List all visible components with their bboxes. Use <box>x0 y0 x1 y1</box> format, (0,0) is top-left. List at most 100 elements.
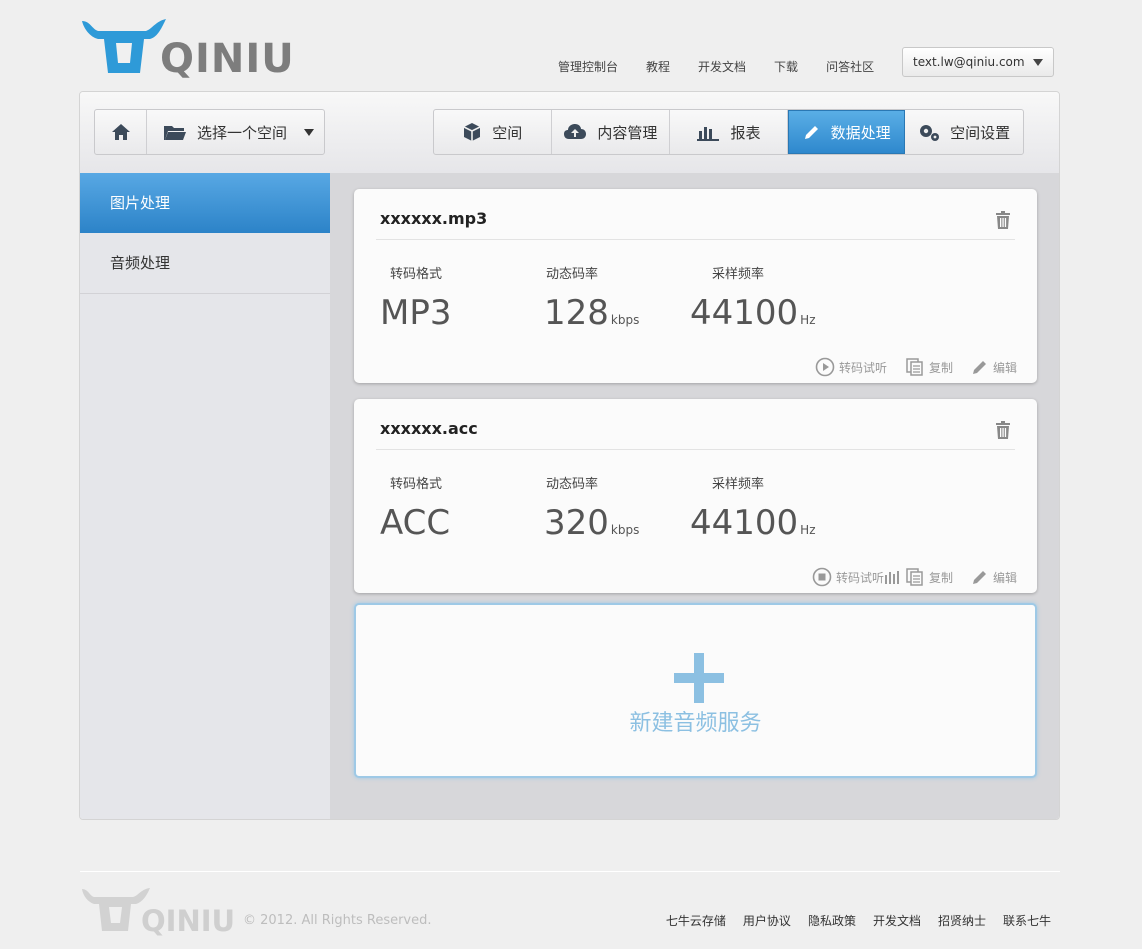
footer-wordmark: QINIU <box>141 904 236 938</box>
caret-down-icon <box>304 129 314 136</box>
footer-link-qiniu-storage[interactable]: 七牛云存储 <box>666 912 726 929</box>
tab-label: 内容管理 <box>597 123 658 142</box>
footer-link-user-agreement[interactable]: 用户协议 <box>743 912 791 929</box>
content-area: xxxxxx.mp3 转码格式 动态码率 采样频率 MP3 128 kbps 44… <box>330 173 1059 819</box>
footer-link-contact[interactable]: 联系七牛 <box>1003 912 1051 929</box>
footer-link-docs[interactable]: 开发文档 <box>873 912 921 929</box>
preview-label: 转码试听 <box>838 360 887 375</box>
copy-button[interactable]: 复制 <box>905 567 953 587</box>
copy-label: 复制 <box>928 570 953 585</box>
samplerate-value: 44100 Hz <box>690 503 816 543</box>
plus-icon <box>674 653 724 703</box>
samplerate-number: 44100 <box>690 503 799 543</box>
space-nav-group: 选择一个空间 <box>94 109 325 155</box>
topnav-community[interactable]: 问答社区 <box>826 58 874 75</box>
topnav-docs[interactable]: 开发文档 <box>698 58 746 75</box>
main-tabs: 空间 内容管理 报表 数据处理 空间设置 <box>433 109 1024 155</box>
bitrate-label: 动态码率 <box>546 477 599 492</box>
samplerate-label: 采样频率 <box>712 267 765 282</box>
tab-label: 空间 <box>492 123 523 142</box>
samplerate-number: 44100 <box>690 293 799 333</box>
folder-icon <box>164 126 186 140</box>
copy-label: 复制 <box>928 360 953 375</box>
bitrate-number: 320 <box>544 503 609 543</box>
stop-circle-icon <box>812 567 832 587</box>
toolbar: 选择一个空间 空间 内容管理 报表 数据处理 空间设置 <box>80 92 1059 174</box>
tab-space[interactable]: 空间 <box>434 110 552 154</box>
divider <box>376 449 1015 450</box>
sidebar-item-audio-processing[interactable]: 音频处理 <box>80 233 330 294</box>
edit-button[interactable]: 编辑 <box>971 568 1017 586</box>
footer-divider <box>80 871 1060 872</box>
format-value: MP3 <box>380 293 452 333</box>
card-actions: 转码试听 复制 编辑 <box>794 567 1017 587</box>
user-email: text.lw@qiniu.com <box>913 55 1025 69</box>
main-panel: 选择一个空间 空间 内容管理 报表 数据处理 空间设置 图片处理 音频处理 xx… <box>79 91 1060 820</box>
cloud-upload-icon <box>564 124 587 139</box>
copyright: © 2012. All Rights Reserved. <box>243 913 432 928</box>
edit-button[interactable]: 编辑 <box>971 358 1017 376</box>
bitrate-unit: kbps <box>610 523 640 537</box>
footer-link-privacy[interactable]: 隐私政策 <box>808 912 856 929</box>
pencil-icon <box>804 126 818 139</box>
format-value: ACC <box>380 503 451 543</box>
tab-reports[interactable]: 报表 <box>670 110 788 154</box>
format-label: 转码格式 <box>390 267 443 282</box>
bitrate-unit: kbps <box>610 313 640 327</box>
pencil-icon <box>972 361 986 374</box>
trash-icon <box>996 421 1010 439</box>
new-audio-service-button[interactable]: 新建音频服务 <box>354 603 1037 778</box>
new-service-label: 新建音频服务 <box>629 711 762 736</box>
audio-level-icon <box>884 571 899 584</box>
stop-preview-button[interactable]: 转码试听 <box>812 567 901 587</box>
divider <box>376 239 1015 240</box>
space-select-dropdown[interactable]: 选择一个空间 <box>147 110 324 154</box>
card-title: xxxxxx.acc <box>380 419 478 438</box>
copy-button[interactable]: 复制 <box>905 357 953 377</box>
footer-link-careers[interactable]: 招贤纳士 <box>938 912 986 929</box>
bitrate-number: 128 <box>544 293 609 333</box>
gears-icon <box>920 125 940 141</box>
samplerate-label: 采样频率 <box>712 477 765 492</box>
tab-data-processing[interactable]: 数据处理 <box>787 110 906 154</box>
card-actions: 转码试听 复制 编辑 <box>797 357 1017 377</box>
sidebar: 图片处理 音频处理 <box>80 173 331 819</box>
box-icon <box>463 123 481 141</box>
bar-chart-icon <box>697 127 720 141</box>
top-nav: 管理控制台 教程 开发文档 下载 问答社区 <box>558 58 902 75</box>
bitrate-value: 128 kbps <box>544 293 639 333</box>
card-title: xxxxxx.mp3 <box>380 209 488 228</box>
edit-label: 编辑 <box>992 570 1017 585</box>
chevron-down-icon <box>1033 59 1043 66</box>
delete-button[interactable] <box>995 421 1011 443</box>
user-dropdown[interactable]: text.lw@qiniu.com <box>902 47 1054 77</box>
topnav-console[interactable]: 管理控制台 <box>558 58 618 75</box>
edit-label: 编辑 <box>992 360 1017 375</box>
home-icon <box>111 124 130 140</box>
samplerate-value: 44100 Hz <box>690 293 816 333</box>
bitrate-label: 动态码率 <box>546 267 599 282</box>
copy-icon <box>906 568 923 586</box>
preview-label: 转码试听 <box>835 570 884 585</box>
footer-nav: 七牛云存储 用户协议 隐私政策 开发文档 招贤纳士 联系七牛 <box>649 912 1051 929</box>
preview-button[interactable]: 转码试听 <box>815 357 887 377</box>
sidebar-item-image-processing[interactable]: 图片处理 <box>80 173 330 233</box>
topnav-tutorial[interactable]: 教程 <box>646 58 670 75</box>
samplerate-unit: Hz <box>800 313 816 327</box>
delete-button[interactable] <box>995 211 1011 233</box>
copy-icon <box>906 358 923 376</box>
bull-logo-icon <box>82 19 166 73</box>
tab-label: 空间设置 <box>950 123 1011 142</box>
pencil-icon <box>972 571 986 584</box>
space-select-label: 选择一个空间 <box>197 123 288 142</box>
play-circle-icon <box>815 357 835 377</box>
trash-icon <box>996 211 1010 229</box>
audio-service-card: xxxxxx.acc 转码格式 动态码率 采样频率 ACC 320 kbps 44… <box>354 399 1037 593</box>
home-button[interactable] <box>95 110 147 154</box>
topnav-download[interactable]: 下载 <box>774 58 798 75</box>
tab-space-settings[interactable]: 空间设置 <box>905 110 1023 154</box>
tab-content-management[interactable]: 内容管理 <box>552 110 671 154</box>
samplerate-unit: Hz <box>800 523 816 537</box>
format-label: 转码格式 <box>390 477 443 492</box>
audio-service-card: xxxxxx.mp3 转码格式 动态码率 采样频率 MP3 128 kbps 44… <box>354 189 1037 383</box>
